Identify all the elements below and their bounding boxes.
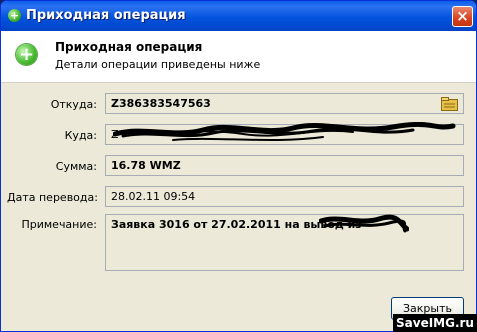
plus-circle-icon: + xyxy=(16,44,37,65)
amount-label: Сумма: xyxy=(55,160,97,173)
redaction-scribble xyxy=(113,122,456,141)
date-value: 28.02.11 09:54 xyxy=(111,190,196,203)
close-window-button[interactable]: × xyxy=(452,6,473,27)
app-icon: + xyxy=(8,9,21,22)
watermark: SaveIMG.ru xyxy=(393,314,477,332)
amount-field[interactable]: 16.78 WMZ xyxy=(105,155,464,176)
dialog-window: + Приходная операция × + Приходная опера… xyxy=(0,0,477,332)
note-label: Примечание: xyxy=(21,218,97,231)
title-bar[interactable]: + Приходная операция × xyxy=(1,1,476,31)
date-label: Дата перевода: xyxy=(7,191,98,204)
amount-value: 16.78 WMZ xyxy=(111,159,181,172)
from-label: Откуда: xyxy=(50,98,97,111)
to-label: Куда: xyxy=(64,129,97,142)
header-subtitle: Детали операции приведены ниже xyxy=(55,58,261,71)
header-title: Приходная операция xyxy=(55,40,203,54)
from-field[interactable]: Z386383547563 xyxy=(105,93,464,114)
dialog-header: + Приходная операция Детали операции при… xyxy=(1,31,476,83)
window-title: Приходная операция xyxy=(26,8,186,23)
note-field[interactable]: Заявка 3016 от 27.02.2011 на вывод из xyxy=(105,214,464,271)
from-value: Z386383547563 xyxy=(111,97,211,110)
date-field[interactable]: 28.02.11 09:54 xyxy=(105,186,464,207)
note-redaction-scribble xyxy=(319,214,409,233)
close-icon: × xyxy=(456,7,469,25)
folder-icon[interactable] xyxy=(441,97,458,111)
